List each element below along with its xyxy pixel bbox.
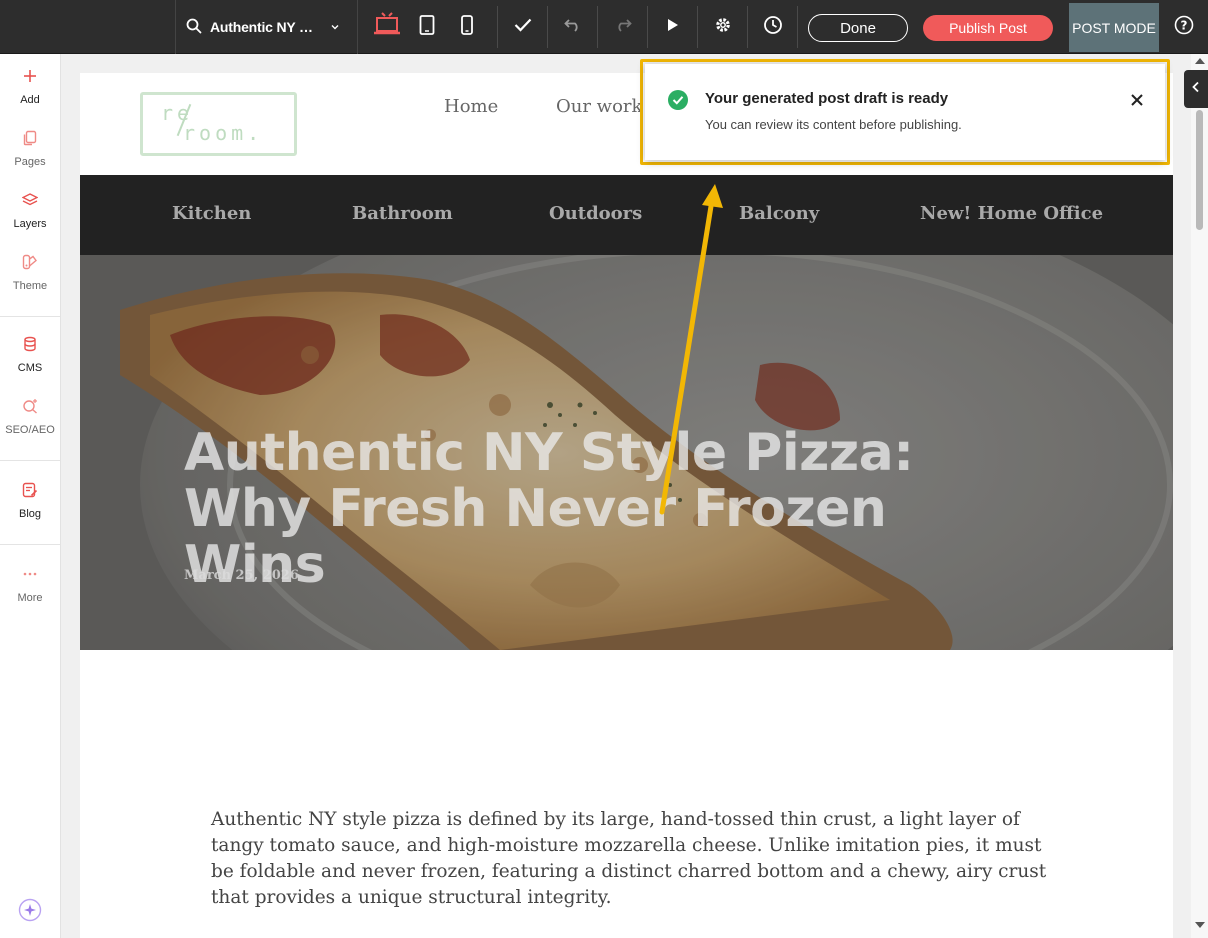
post-body-paragraph[interactable]: Authentic NY style pizza is defined by i…: [211, 807, 1051, 911]
more-icon: [22, 566, 38, 587]
done-button[interactable]: Done: [808, 14, 908, 42]
toolbar-separator: [747, 6, 748, 48]
undo-button[interactable]: [550, 0, 596, 54]
post-date: March 25, 2026: [184, 568, 299, 583]
sidebar-item-label: SEO/AEO: [5, 424, 55, 436]
sidebar-item-cms[interactable]: CMS: [0, 336, 60, 392]
sidebar-item-label: Layers: [13, 218, 47, 230]
logo-text-bottom: room.: [183, 121, 264, 145]
gear-icon: [714, 16, 732, 39]
toolbar-separator: [697, 6, 698, 48]
sidebar-item-label: Blog: [18, 508, 42, 520]
sidebar-divider: [0, 544, 60, 545]
sidebar-divider: [0, 316, 60, 317]
sidebar-item-layers[interactable]: Layers: [0, 192, 60, 248]
left-sidebar: Add Pages Layers Theme CMS SEO/AEO Blog …: [0, 54, 61, 938]
theme-icon: [22, 254, 38, 275]
publish-post-button[interactable]: Publish Post: [923, 15, 1053, 41]
chevron-down-icon: [330, 19, 340, 35]
toast-title: Your generated post draft is ready: [705, 90, 949, 107]
sidebar-divider: [0, 460, 60, 461]
sidebar-item-label: Add: [20, 94, 40, 106]
post-title[interactable]: Authentic NY Style Pizza: Why Fresh Neve…: [184, 425, 1004, 593]
play-icon: [667, 18, 679, 37]
sidebar-item-label: More: [17, 592, 43, 604]
toolbar-separator: [547, 6, 548, 48]
close-icon: [1131, 94, 1143, 106]
toast-close-button[interactable]: [1127, 90, 1147, 110]
mobile-view-button[interactable]: [450, 0, 484, 54]
database-icon: [22, 336, 38, 357]
post-hero[interactable]: Authentic NY Style Pizza: Why Fresh Neve…: [80, 255, 1173, 650]
sidebar-item-label: Pages: [14, 156, 46, 168]
help-button[interactable]: ?: [1166, 0, 1202, 54]
history-button[interactable]: [750, 0, 796, 54]
help-icon: ?: [1174, 15, 1194, 40]
ai-assistant-button[interactable]: [0, 898, 60, 924]
search-icon: [186, 18, 202, 37]
mobile-icon: [461, 14, 473, 40]
blog-icon: [22, 482, 38, 503]
editor-toolbar: Authentic NY Style Pizza: Why Fresh Neve…: [0, 0, 1208, 54]
draft-ready-toast: Your generated post draft is ready You c…: [645, 64, 1165, 160]
redo-icon: [614, 18, 632, 37]
scrollbar-thumb[interactable]: [1196, 110, 1203, 230]
pages-icon: [22, 130, 38, 151]
tablet-icon: [419, 14, 435, 40]
layers-icon: [21, 192, 39, 213]
sparkle-icon: [18, 898, 42, 927]
category-kitchen[interactable]: Kitchen: [172, 203, 251, 224]
scroll-down-arrow[interactable]: [1195, 922, 1205, 928]
nav-link-our-work[interactable]: Our work: [556, 96, 642, 117]
seo-icon: [22, 398, 38, 419]
history-icon: [763, 15, 783, 40]
post-mode-badge: POST MODE: [1069, 3, 1159, 52]
site-page: re room. Home Our work Kitchen Bathroom …: [80, 73, 1173, 938]
category-balcony[interactable]: Balcony: [739, 203, 819, 224]
chevron-left-icon: [1191, 80, 1201, 98]
category-home-office[interactable]: New! Home Office: [920, 203, 1103, 224]
canvas-scrollbar[interactable]: [1191, 54, 1208, 938]
sidebar-item-pages[interactable]: Pages: [0, 130, 60, 186]
undo-icon: [564, 18, 582, 37]
toolbar-separator: [647, 6, 648, 48]
success-check-icon: [668, 90, 688, 110]
category-bathroom[interactable]: Bathroom: [352, 203, 453, 224]
page-selector[interactable]: Authentic NY Style Pizza: Why Fresh Neve…: [176, 0, 358, 54]
desktop-icon: [372, 11, 402, 43]
settings-button[interactable]: [700, 0, 746, 54]
site-logo[interactable]: re room.: [140, 92, 297, 156]
sidebar-item-more[interactable]: More: [0, 566, 60, 622]
redo-button[interactable]: [600, 0, 646, 54]
sidebar-item-seo[interactable]: SEO/AEO: [0, 398, 60, 454]
tablet-view-button[interactable]: [410, 0, 444, 54]
toast-message: You can review its content before publis…: [705, 117, 962, 132]
collapse-panel-button[interactable]: [1184, 70, 1208, 108]
desktop-view-button[interactable]: [366, 0, 408, 54]
save-check-button[interactable]: [500, 0, 546, 54]
category-menu: Kitchen Bathroom Outdoors Balcony New! H…: [80, 175, 1173, 255]
check-icon: [514, 18, 532, 37]
nav-link-home[interactable]: Home: [444, 96, 498, 117]
page-selector-label: Authentic NY Style Pizza: Why Fresh Neve…: [210, 19, 322, 35]
svg-text:?: ?: [1181, 18, 1188, 32]
sidebar-item-blog[interactable]: Blog: [0, 482, 60, 538]
editor-canvas: re room. Home Our work Kitchen Bathroom …: [61, 54, 1191, 938]
sidebar-item-add[interactable]: Add: [0, 68, 60, 124]
toolbar-separator: [597, 6, 598, 48]
sidebar-item-label: CMS: [17, 362, 43, 374]
plus-icon: [22, 68, 38, 89]
category-outdoors[interactable]: Outdoors: [549, 203, 642, 224]
sidebar-item-theme[interactable]: Theme: [0, 254, 60, 310]
preview-button[interactable]: [650, 0, 696, 54]
scroll-up-arrow[interactable]: [1195, 58, 1205, 64]
toolbar-left-spacer: [0, 0, 176, 54]
toolbar-separator: [797, 6, 798, 48]
toolbar-separator: [497, 6, 498, 48]
sidebar-item-label: Theme: [12, 280, 48, 292]
